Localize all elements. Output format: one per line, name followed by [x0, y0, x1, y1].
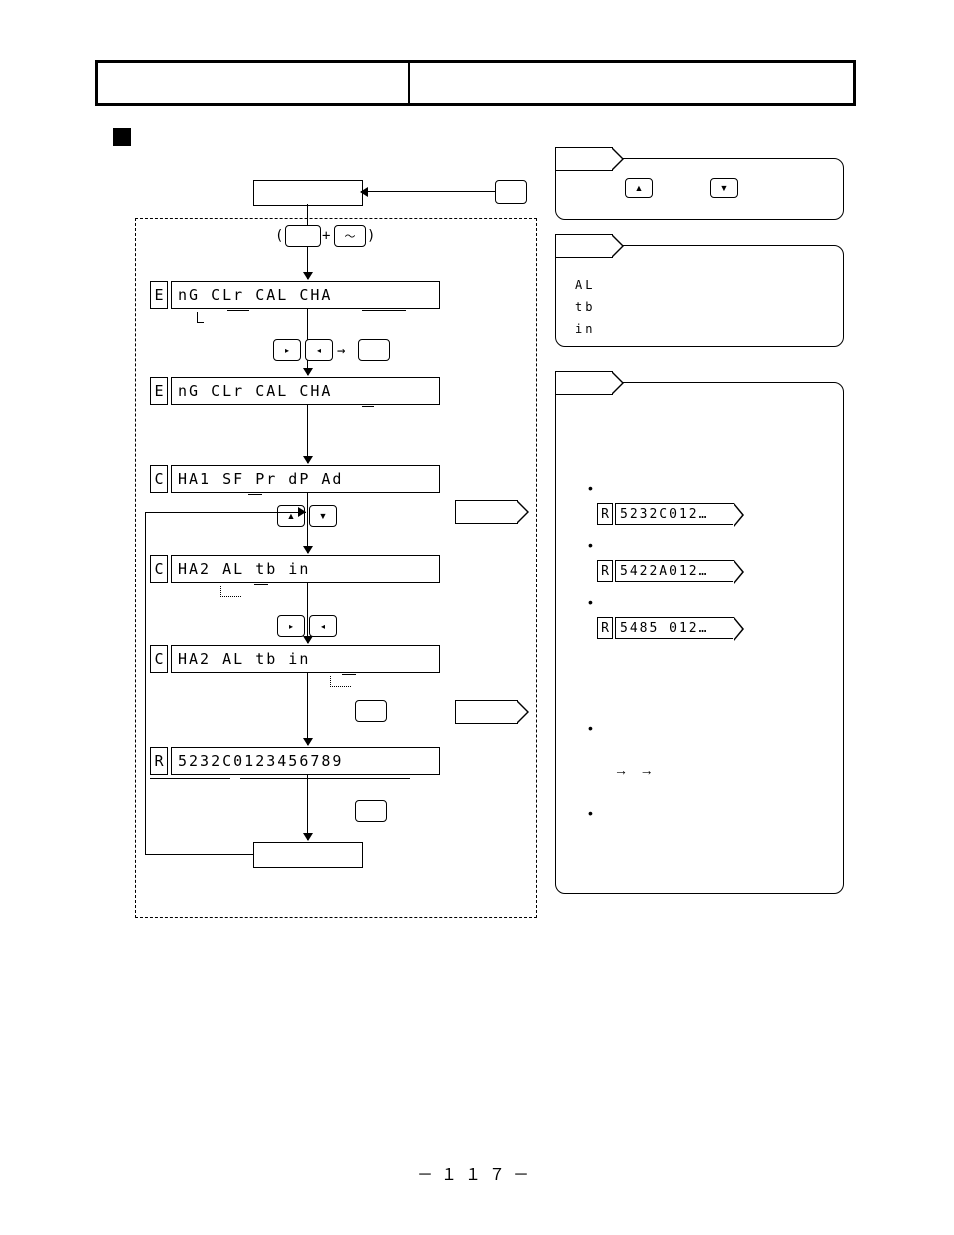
small-lcd-3: R 5485 012… [597, 617, 734, 639]
bullet-2: • [588, 537, 593, 553]
header-cell-right [410, 63, 853, 103]
bullet-1: • [588, 480, 593, 496]
note1-key-up-label: ▲ [635, 183, 644, 193]
start-box [253, 180, 363, 206]
page-number: －１１７－ [0, 1161, 954, 1185]
small-lcd-1: R 5232C012… [597, 503, 734, 525]
key-combo-1 [285, 225, 321, 247]
lcd-row-1: E nG CLr CAL CHA [150, 281, 440, 309]
end-box [253, 842, 363, 868]
note-box-2 [555, 245, 844, 347]
small-lcd-2: R 5422A012… [597, 560, 734, 582]
arrow-1: → [337, 343, 345, 359]
bullet-5: • [588, 805, 593, 821]
note2-line1: AL [575, 278, 595, 292]
paren-open: ( [275, 228, 283, 244]
lcd-row-6: R 5232C0123456789 [150, 747, 440, 775]
lcd-prefix-6: R [150, 747, 168, 775]
lcd-prefix-4: C [150, 555, 168, 583]
key-nav-2b: ◂ [309, 615, 337, 637]
note-tag-1 [555, 147, 613, 171]
lcd-row-2: E nG CLr CAL CHA [150, 377, 440, 405]
tag-1 [455, 500, 518, 524]
key-nav-1c [358, 339, 390, 361]
header-cell-left [98, 63, 410, 103]
lcd-row-3: C HA1 SF Pr dP Ad [150, 465, 440, 493]
lcd-prefix-2: E [150, 377, 168, 405]
bullet-3: • [588, 594, 593, 610]
key-enter-2 [355, 800, 387, 822]
lcd-main-6: 5232C0123456789 [171, 747, 440, 775]
note1-key-down: ▼ [710, 178, 738, 198]
lcd-main-1: nG CLr CAL CHA [171, 281, 440, 309]
key-nav-1b-label: ◂ [317, 346, 321, 355]
section-marker [113, 128, 131, 146]
key-down: ▼ [309, 505, 337, 527]
lcd-prefix-5: C [150, 645, 168, 673]
key-start [495, 180, 527, 204]
paren-close: ) [367, 228, 375, 244]
header-table [95, 60, 856, 106]
key-nav-2a: ▸ [277, 615, 305, 637]
lcd-main-4: HA2 AL tb in [171, 555, 440, 583]
note2-line3: in [575, 322, 595, 336]
note-tag-3 [555, 371, 613, 395]
lcd-prefix-3: C [150, 465, 168, 493]
arrow-chain: → → [614, 762, 654, 778]
key-nav-1a: ▸ [273, 339, 301, 361]
lcd-main-3: HA1 SF Pr dP Ad [171, 465, 440, 493]
key-down-label: ▼ [319, 511, 328, 521]
lcd-row-4: C HA2 AL tb in [150, 555, 440, 583]
note2-line2: tb [575, 300, 595, 314]
bullet-4: • [588, 720, 593, 736]
tilde-label: ～ [345, 228, 356, 244]
note-tag-2 [555, 234, 613, 258]
lcd-prefix-1: E [150, 281, 168, 309]
note1-key-down-label: ▼ [720, 183, 729, 193]
tag-2 [455, 700, 518, 724]
plus-sign: + [322, 228, 330, 244]
key-nav-1a-label: ▸ [285, 346, 289, 355]
lcd-main-2: nG CLr CAL CHA [171, 377, 440, 405]
key-enter-1 [355, 700, 387, 722]
lcd-main-5: HA2 AL tb in [171, 645, 440, 673]
lcd-row-5: C HA2 AL tb in [150, 645, 440, 673]
key-combo-2: ～ [334, 225, 366, 247]
key-nav-1b: ◂ [305, 339, 333, 361]
note1-key-up: ▲ [625, 178, 653, 198]
